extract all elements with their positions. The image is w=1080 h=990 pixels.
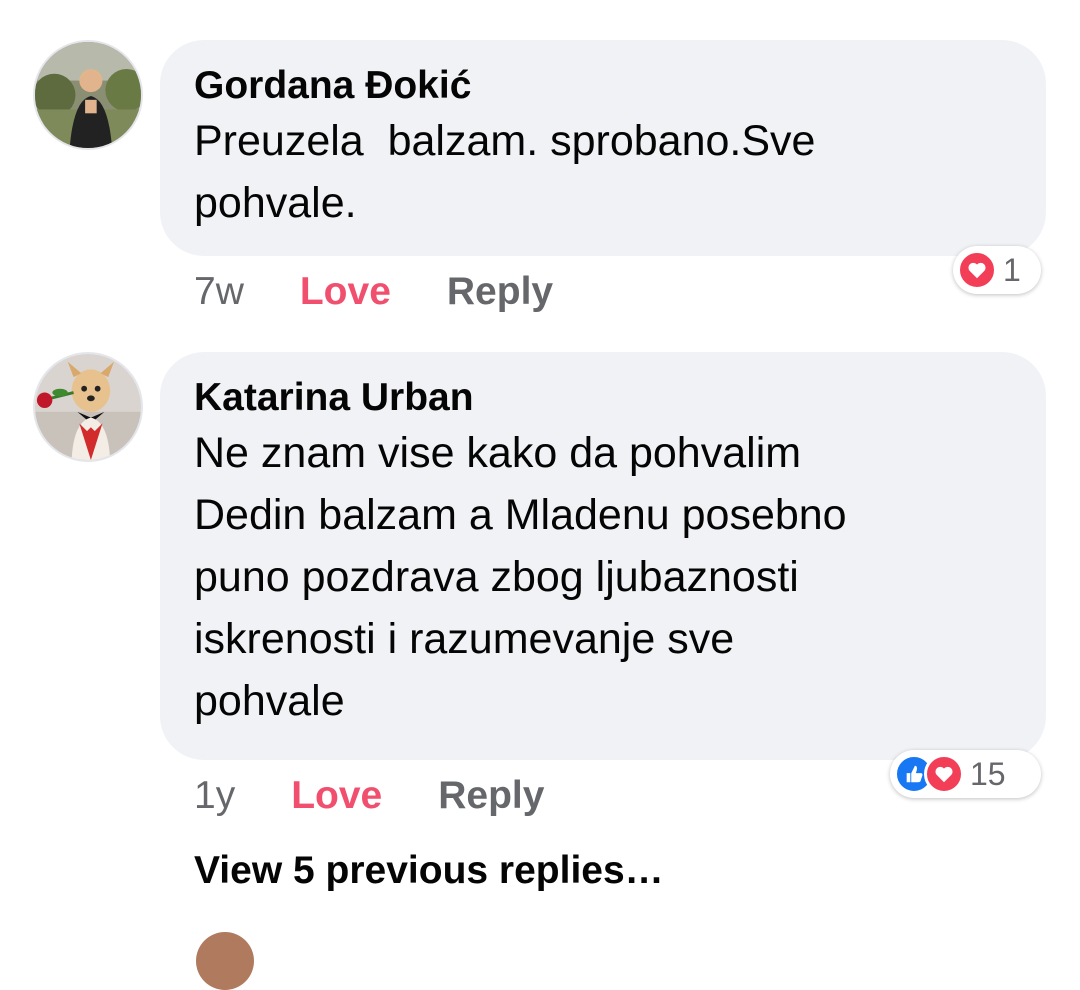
heart-icon: [957, 250, 997, 290]
comment-text: Preuzela balzam. sprobano.Sve pohvale.: [194, 117, 816, 227]
reply-button[interactable]: Reply: [438, 772, 544, 820]
avatar[interactable]: [33, 352, 143, 462]
love-button[interactable]: Love: [291, 772, 382, 820]
comment-bubble: Katarina Urban Ne znam vise kako da pohv…: [160, 352, 1046, 760]
reaction-count: 1: [1003, 251, 1021, 288]
avatar-photo: [35, 42, 141, 148]
avatar[interactable]: [33, 40, 143, 150]
view-previous-replies-link[interactable]: View 5 previous replies…: [194, 846, 664, 896]
heart-icon: [924, 754, 964, 794]
comment-author[interactable]: Katarina Urban: [194, 374, 1012, 422]
avatar-photo: [35, 354, 141, 460]
reaction-count: 15: [970, 755, 1006, 792]
reply-button[interactable]: Reply: [447, 268, 553, 316]
love-button[interactable]: Love: [300, 268, 391, 316]
comment-actions: 7w Love Reply: [194, 268, 553, 316]
top-fragment: [494, 0, 554, 4]
reaction-summary[interactable]: 15: [890, 750, 1041, 798]
comment-actions: 1y Love Reply: [194, 772, 544, 820]
avatar[interactable]: [196, 932, 254, 990]
comment-timestamp[interactable]: 1y: [194, 772, 235, 820]
comment-bubble: Gordana Đokić Preuzela balzam. sprobano.…: [160, 40, 1046, 256]
comment-author[interactable]: Gordana Đokić: [194, 62, 1012, 110]
comment-text: Ne znam vise kako da pohvalim Dedin balz…: [194, 429, 847, 725]
reaction-summary[interactable]: 1: [953, 246, 1041, 294]
comment-timestamp[interactable]: 7w: [194, 268, 244, 316]
